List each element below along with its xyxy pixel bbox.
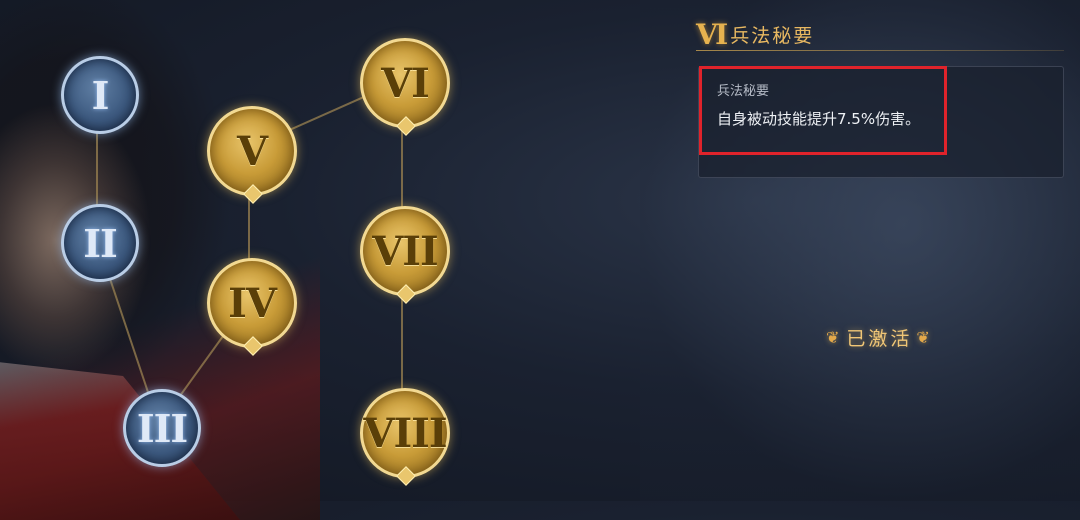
- skill-node-4[interactable]: IV: [207, 258, 297, 356]
- skill-node-4-numeral: IV: [228, 279, 277, 327]
- skill-node-1-numeral: I: [91, 72, 110, 118]
- activated-status: ❦ 已激活 ❦: [826, 324, 933, 351]
- skill-node-7[interactable]: VII: [360, 206, 450, 304]
- title-divider: [696, 50, 1064, 51]
- status-label: 已激活: [846, 328, 913, 350]
- laurel-left-icon: ❦: [826, 328, 843, 347]
- detail-description: 自身被动技能提升7.5%伤害。: [717, 110, 921, 128]
- skill-node-3-numeral: III: [136, 405, 188, 451]
- skill-node-1[interactable]: I: [61, 56, 139, 134]
- skill-node-2-numeral: II: [83, 220, 118, 266]
- skill-node-5-numeral: V: [236, 127, 268, 175]
- skill-node-8[interactable]: VIII: [360, 388, 450, 486]
- detail-roman-numeral: Ⅵ: [696, 18, 729, 51]
- skill-node-8-numeral: VIII: [363, 409, 447, 457]
- skill-node-2[interactable]: II: [61, 204, 139, 282]
- laurel-right-icon: ❦: [916, 328, 933, 347]
- skill-node-7-numeral: VII: [372, 227, 438, 275]
- skill-node-3[interactable]: III: [123, 389, 201, 467]
- detail-title-text: 兵法秘要: [730, 25, 815, 47]
- skill-node-6[interactable]: VI: [360, 38, 450, 136]
- skill-node-6-numeral: VI: [381, 59, 430, 107]
- skill-node-5[interactable]: V: [207, 106, 297, 204]
- detail-title: Ⅵ 兵法秘要: [696, 18, 814, 51]
- detail-subtitle: 兵法秘要: [717, 84, 770, 99]
- game-scene: I II III IV V VI VII VIII Ⅵ 兵法秘要 兵法秘要 自身…: [0, 0, 1080, 520]
